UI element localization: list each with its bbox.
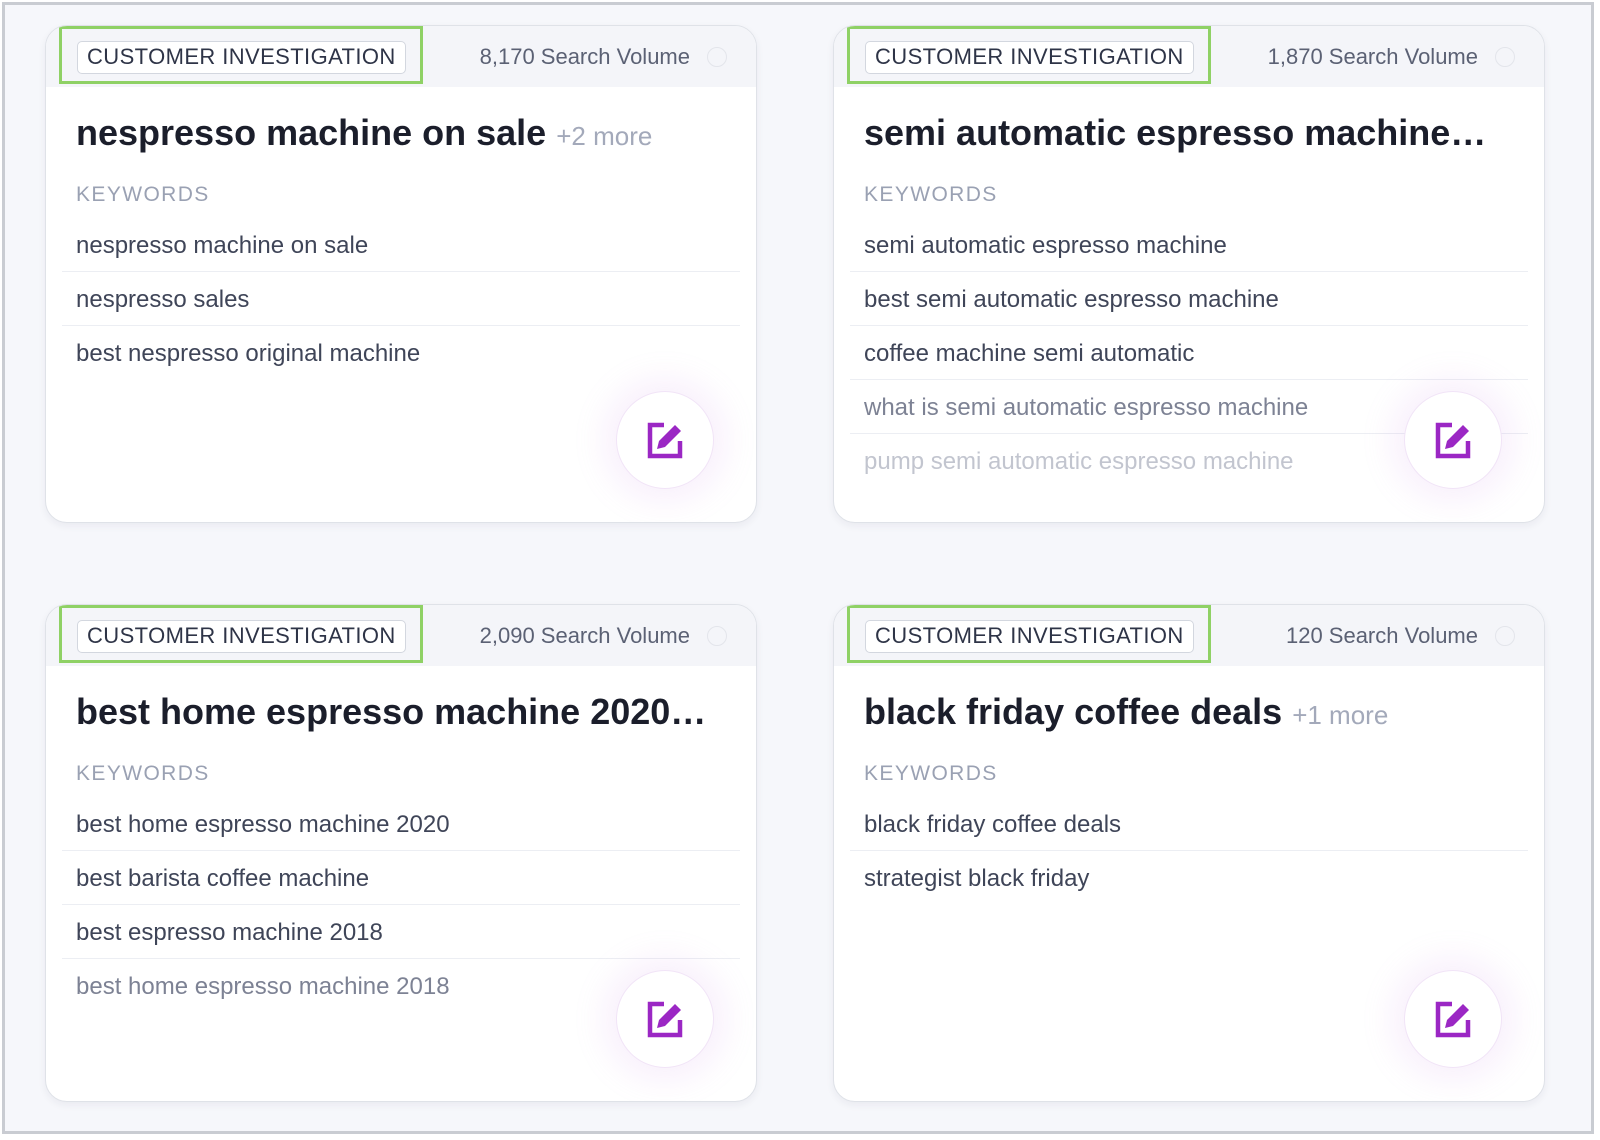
keywords-label: KEYWORDS	[76, 183, 210, 206]
keyword-item: best espresso machine 2018	[62, 905, 740, 959]
card-title: nespresso machine on sale	[76, 112, 547, 153]
card-title-row: black friday coffee deals +1 more	[864, 691, 1520, 733]
select-circle-icon[interactable]	[707, 626, 727, 646]
search-volume: 8,170 Search Volume	[479, 44, 690, 69]
card-title: best home espresso machine 2020…	[76, 691, 707, 732]
keyword-item: best barista coffee machine	[62, 851, 740, 905]
select-circle-icon[interactable]	[1495, 47, 1515, 67]
more-keywords-link[interactable]: +1 more	[1292, 700, 1388, 730]
select-circle-icon[interactable]	[1495, 626, 1515, 646]
keywords-label: KEYWORDS	[76, 762, 210, 785]
search-volume: 120 Search Volume	[1285, 623, 1478, 648]
card-header: CUSTOMER INVESTIGATION 120 Search Volume	[834, 605, 1544, 666]
edit-pencil-square-icon	[1435, 422, 1471, 459]
keyword-item: best nespresso original machine	[76, 340, 421, 367]
keywords-label: KEYWORDS	[864, 762, 998, 785]
edit-button[interactable]	[616, 970, 714, 1068]
keyword-item: semi automatic espresso machine	[850, 218, 1528, 272]
keyword-card: CUSTOMER INVESTIGATION 120 Search Volume…	[833, 604, 1545, 1102]
intent-tag: CUSTOMER INVESTIGATION	[865, 41, 1194, 74]
card-title-row: nespresso machine on sale +2 more	[76, 112, 732, 154]
keyword-card: CUSTOMER INVESTIGATION 1,870 Search Volu…	[833, 25, 1545, 523]
edit-pencil-square-icon	[647, 1001, 683, 1038]
keyword-item: strategist black friday	[864, 865, 1090, 892]
select-circle-icon[interactable]	[707, 47, 727, 67]
keyword-list: nespresso machine on sale nespresso sale…	[62, 218, 740, 379]
keyword-item: best semi automatic espresso machine	[850, 272, 1528, 326]
keyword-item: black friday coffee deals	[850, 797, 1528, 851]
card-title: semi automatic espresso machine…	[864, 112, 1487, 153]
search-volume: 1,870 Search Volume	[1267, 44, 1478, 69]
keyword-item: coffee machine semi automatic	[850, 326, 1528, 380]
keyword-list: black friday coffee deals strategist bla…	[850, 797, 1528, 904]
card-header: CUSTOMER INVESTIGATION 8,170 Search Volu…	[46, 26, 756, 87]
card-title-row: semi automatic espresso machine…	[864, 112, 1520, 154]
results-panel: CUSTOMER INVESTIGATION 8,170 Search Volu…	[2, 2, 1594, 1134]
edit-button[interactable]	[1404, 391, 1502, 489]
intent-tag: CUSTOMER INVESTIGATION	[77, 620, 406, 653]
keyword-item: nespresso machine on sale	[62, 218, 740, 272]
card-title: black friday coffee deals	[864, 691, 1283, 732]
keyword-card: CUSTOMER INVESTIGATION 8,170 Search Volu…	[45, 25, 757, 523]
keyword-card: CUSTOMER INVESTIGATION 2,090 Search Volu…	[45, 604, 757, 1102]
intent-tag: CUSTOMER INVESTIGATION	[865, 620, 1194, 653]
intent-tag: CUSTOMER INVESTIGATION	[77, 41, 406, 74]
edit-pencil-square-icon	[647, 422, 683, 459]
more-keywords-link[interactable]: +2 more	[556, 121, 652, 151]
card-header: CUSTOMER INVESTIGATION 1,870 Search Volu…	[834, 26, 1544, 87]
search-volume: 2,090 Search Volume	[479, 623, 690, 648]
keyword-item: nespresso sales	[62, 272, 740, 326]
keywords-label: KEYWORDS	[864, 183, 998, 206]
card-title-row: best home espresso machine 2020…	[76, 691, 732, 733]
card-header: CUSTOMER INVESTIGATION 2,090 Search Volu…	[46, 605, 756, 666]
edit-button[interactable]	[1404, 970, 1502, 1068]
keyword-item: best home espresso machine 2020	[62, 797, 740, 851]
edit-button[interactable]	[616, 391, 714, 489]
edit-pencil-square-icon	[1435, 1001, 1471, 1038]
